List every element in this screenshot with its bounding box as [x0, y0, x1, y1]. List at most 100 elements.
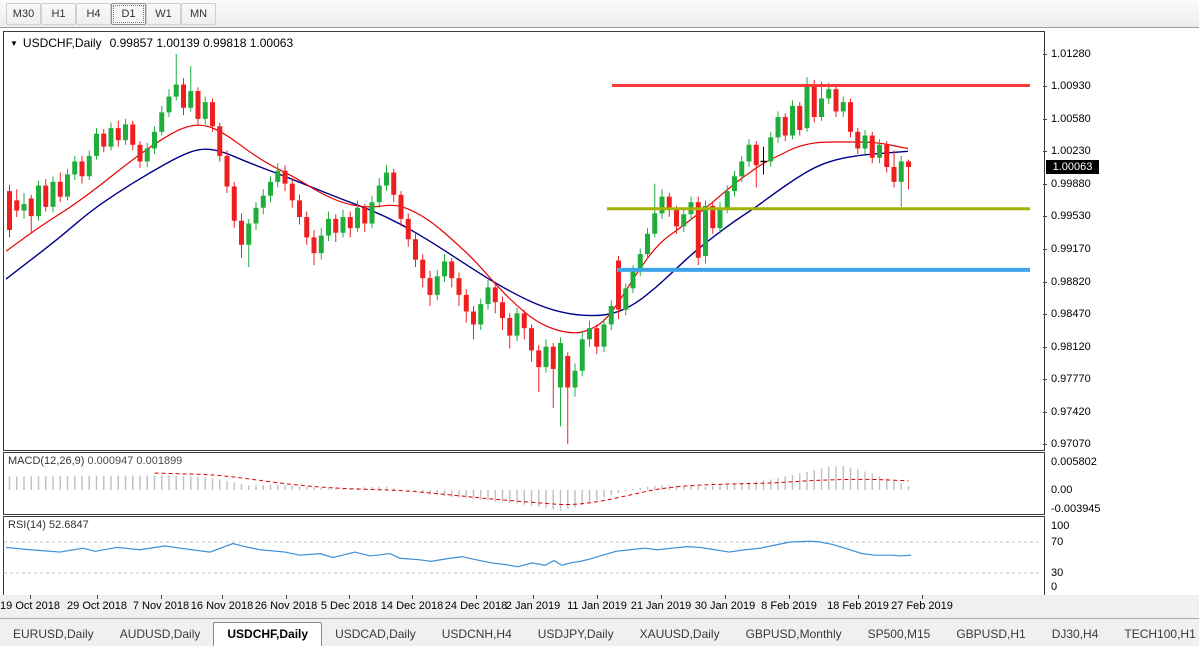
date-label: 2 Jan 2019: [506, 600, 560, 612]
timeframe-button-mn[interactable]: MN: [181, 3, 216, 25]
main-chart-pane[interactable]: ▼ USDCHF,Daily 0.99857 1.00139 0.99818 1.0…: [3, 31, 1045, 451]
date-label: 8 Feb 2019: [761, 600, 817, 612]
chart-tab-eurusd[interactable]: EURUSD,Daily: [0, 624, 107, 645]
macd-axis-label: -0.003945: [1051, 503, 1101, 515]
chart-tab-dj30[interactable]: DJ30,H4: [1039, 624, 1112, 645]
price-tick-label: 0.97770: [1051, 373, 1091, 385]
chart-tab-bar: EURUSD,DailyAUDUSD,DailyUSDCHF,DailyUSDC…: [0, 618, 1199, 646]
date-tick: [30, 595, 31, 599]
date-tick: [161, 595, 162, 599]
rsi-axis-label: 30: [1051, 567, 1063, 579]
chart-tab-usdcad[interactable]: USDCAD,Daily: [322, 624, 429, 645]
chart-tab-audusd[interactable]: AUDUSD,Daily: [107, 624, 214, 645]
date-label: 14 Dec 2018: [381, 600, 443, 612]
rsi-axis-label: 100: [1051, 520, 1069, 532]
date-tick: [922, 595, 923, 599]
date-tick: [597, 595, 598, 599]
date-label: 24 Dec 2018: [445, 600, 507, 612]
price-tick-label: 1.00930: [1051, 80, 1091, 92]
price-tick: [1043, 184, 1047, 185]
price-tick: [1043, 54, 1047, 55]
chart-title: ▼ USDCHF,Daily 0.99857 1.00139 0.99818 1.0…: [10, 36, 293, 50]
macd-histogram: [10, 466, 909, 511]
price-tick-label: 1.01280: [1051, 48, 1091, 60]
price-tick: [1043, 412, 1047, 413]
price-tick: [1043, 379, 1047, 380]
date-tick: [725, 595, 726, 599]
current-price-badge: 1.00063: [1046, 160, 1099, 174]
date-tick: [286, 595, 287, 599]
candles-layer: [7, 54, 911, 444]
rsi-axis-label: 70: [1051, 536, 1063, 548]
date-label: 5 Dec 2018: [321, 600, 377, 612]
macd-axis-label: 0.00: [1051, 484, 1072, 496]
chart-dropdown-icon[interactable]: ▼: [10, 39, 18, 48]
chart-tab-usdcnh[interactable]: USDCNH,H4: [429, 624, 525, 645]
chart-tab-usdchf[interactable]: USDCHF,Daily: [213, 622, 322, 646]
date-tick: [222, 595, 223, 599]
macd-axis-label: 0.005802: [1051, 456, 1097, 468]
date-tick: [349, 595, 350, 599]
price-tick: [1043, 119, 1047, 120]
timeframe-button-h1[interactable]: H1: [41, 3, 76, 25]
price-tick-label: 0.97420: [1051, 406, 1091, 418]
date-label: 26 Nov 2018: [255, 600, 317, 612]
chart-tab-sp500[interactable]: SP500,M15: [855, 624, 944, 645]
macd-label: MACD(12,26,9) 0.000947 0.001899: [8, 455, 182, 467]
macd-values: 0.000947 0.001899: [87, 455, 182, 467]
price-tick: [1043, 249, 1047, 250]
rsi-line: [6, 541, 911, 567]
macd-indicator-pane[interactable]: MACD(12,26,9) 0.000947 0.001899: [3, 452, 1045, 515]
rsi-name: RSI(14) 52.6847: [8, 519, 89, 531]
date-label: 11 Jan 2019: [567, 600, 627, 612]
rsi-plot: [4, 517, 1042, 593]
price-tick: [1043, 216, 1047, 217]
chart-tab-xauusd[interactable]: XAUUSD,Daily: [627, 624, 733, 645]
price-tick-label: 0.97070: [1051, 438, 1091, 450]
price-tick: [1043, 444, 1047, 445]
price-tick: [1043, 282, 1047, 283]
rsi-axis-label: 0: [1051, 581, 1057, 593]
chart-tab-gbpusd[interactable]: GBPUSD,Monthly: [733, 624, 855, 645]
price-tick: [1043, 151, 1047, 152]
chart-ohlc-values: 0.99857 1.00139 0.99818 1.00063: [110, 36, 294, 50]
price-tick-label: 0.99170: [1051, 243, 1091, 255]
date-tick: [97, 595, 98, 599]
price-tick-label: 0.99530: [1051, 210, 1091, 222]
price-tick-label: 1.00230: [1051, 145, 1091, 157]
date-label: 18 Feb 2019: [827, 600, 889, 612]
macd-name: MACD(12,26,9): [8, 455, 84, 467]
timeframe-button-w1[interactable]: W1: [146, 3, 181, 25]
chart-tab-gbpusd[interactable]: GBPUSD,H1: [943, 624, 1038, 645]
date-tick: [476, 595, 477, 599]
price-tick: [1043, 347, 1047, 348]
date-label: 21 Jan 2019: [631, 600, 692, 612]
timeframe-button-h4[interactable]: H4: [76, 3, 111, 25]
price-tick-label: 0.98470: [1051, 308, 1091, 320]
price-tick-label: 0.98120: [1051, 341, 1091, 353]
date-axis[interactable]: 19 Oct 2018 29 Oct 2018 7 Nov 201816 Nov 2…: [0, 595, 1199, 618]
timeframe-button-d1[interactable]: D1: [111, 3, 146, 25]
date-label: 16 Nov 2018: [191, 600, 253, 612]
date-tick: [858, 595, 859, 599]
date-label: 27 Feb 2019: [891, 600, 953, 612]
date-label: 29 Oct 2018: [67, 600, 127, 612]
date-label: 30 Jan 2019: [695, 600, 756, 612]
candlestick-chart[interactable]: [4, 32, 1042, 448]
date-label: 7 Nov 2018: [133, 600, 189, 612]
price-tick-label: 0.99880: [1051, 178, 1091, 190]
price-tick-label: 1.00580: [1051, 113, 1091, 125]
rsi-indicator-pane[interactable]: RSI(14) 52.6847: [3, 516, 1045, 596]
date-tick: [533, 595, 534, 599]
date-tick: [789, 595, 790, 599]
date-label: 19 Oct 2018: [0, 600, 60, 612]
chart-symbol-label: USDCHF,Daily: [23, 36, 102, 50]
price-tick-label: 0.98820: [1051, 276, 1091, 288]
rsi-label: RSI(14) 52.6847: [8, 519, 89, 531]
timeframe-toolbar: M30H1H4D1W1MN: [0, 0, 1199, 28]
date-tick: [412, 595, 413, 599]
chart-tab-usdjpy[interactable]: USDJPY,Daily: [525, 624, 627, 645]
chart-tab-tech100[interactable]: TECH100,H1: [1111, 624, 1199, 645]
price-tick: [1043, 86, 1047, 87]
timeframe-button-m30[interactable]: M30: [6, 3, 41, 25]
